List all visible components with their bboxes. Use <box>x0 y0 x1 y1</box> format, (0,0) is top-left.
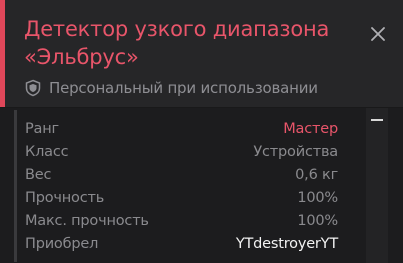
rank-accent-bar <box>0 0 5 107</box>
item-header: Детектор узкого диапазона «Эльбрус» Перс… <box>0 0 403 108</box>
stat-row-rank: Ранг Мастер <box>25 118 338 141</box>
rank-value: Мастер <box>283 121 338 137</box>
stat-row-max-durability: Макс. прочность 100% <box>25 210 338 233</box>
stat-label: Макс. прочность <box>25 213 149 229</box>
stat-label: Класс <box>25 144 69 160</box>
stat-row-class: Класс Устройства <box>25 141 338 164</box>
binding-info: Персональный при использовании <box>24 77 318 99</box>
stat-row-durability: Прочность 100% <box>25 187 338 210</box>
owner-value: YTdestroyerYT <box>235 236 338 252</box>
item-title: Детектор узкого диапазона «Эльбрус» <box>24 17 330 69</box>
max-durability-value: 100% <box>297 213 338 229</box>
item-tooltip-panel: Детектор узкого диапазона «Эльбрус» Перс… <box>0 0 403 263</box>
stat-label: Приобрел <box>25 236 99 252</box>
stat-label: Прочность <box>25 190 105 206</box>
scrollbar[interactable] <box>366 108 388 263</box>
shield-icon <box>25 79 41 97</box>
stats-list: Ранг Мастер Класс Устройства Вес 0,6 кг … <box>14 110 352 262</box>
scroll-thumb[interactable] <box>371 119 383 121</box>
stat-row-acquired: Приобрел YTdestroyerYT <box>25 233 338 256</box>
stat-label: Ранг <box>25 121 59 137</box>
durability-value: 100% <box>297 190 338 206</box>
item-stats-area: Ранг Мастер Класс Устройства Вес 0,6 кг … <box>0 108 403 263</box>
close-icon[interactable] <box>369 25 387 43</box>
class-value: Устройства <box>253 144 338 160</box>
stat-row-weight: Вес 0,6 кг <box>25 164 338 187</box>
stat-label: Вес <box>25 167 52 183</box>
weight-value: 0,6 кг <box>295 167 338 183</box>
binding-label: Персональный при использовании <box>49 79 318 97</box>
